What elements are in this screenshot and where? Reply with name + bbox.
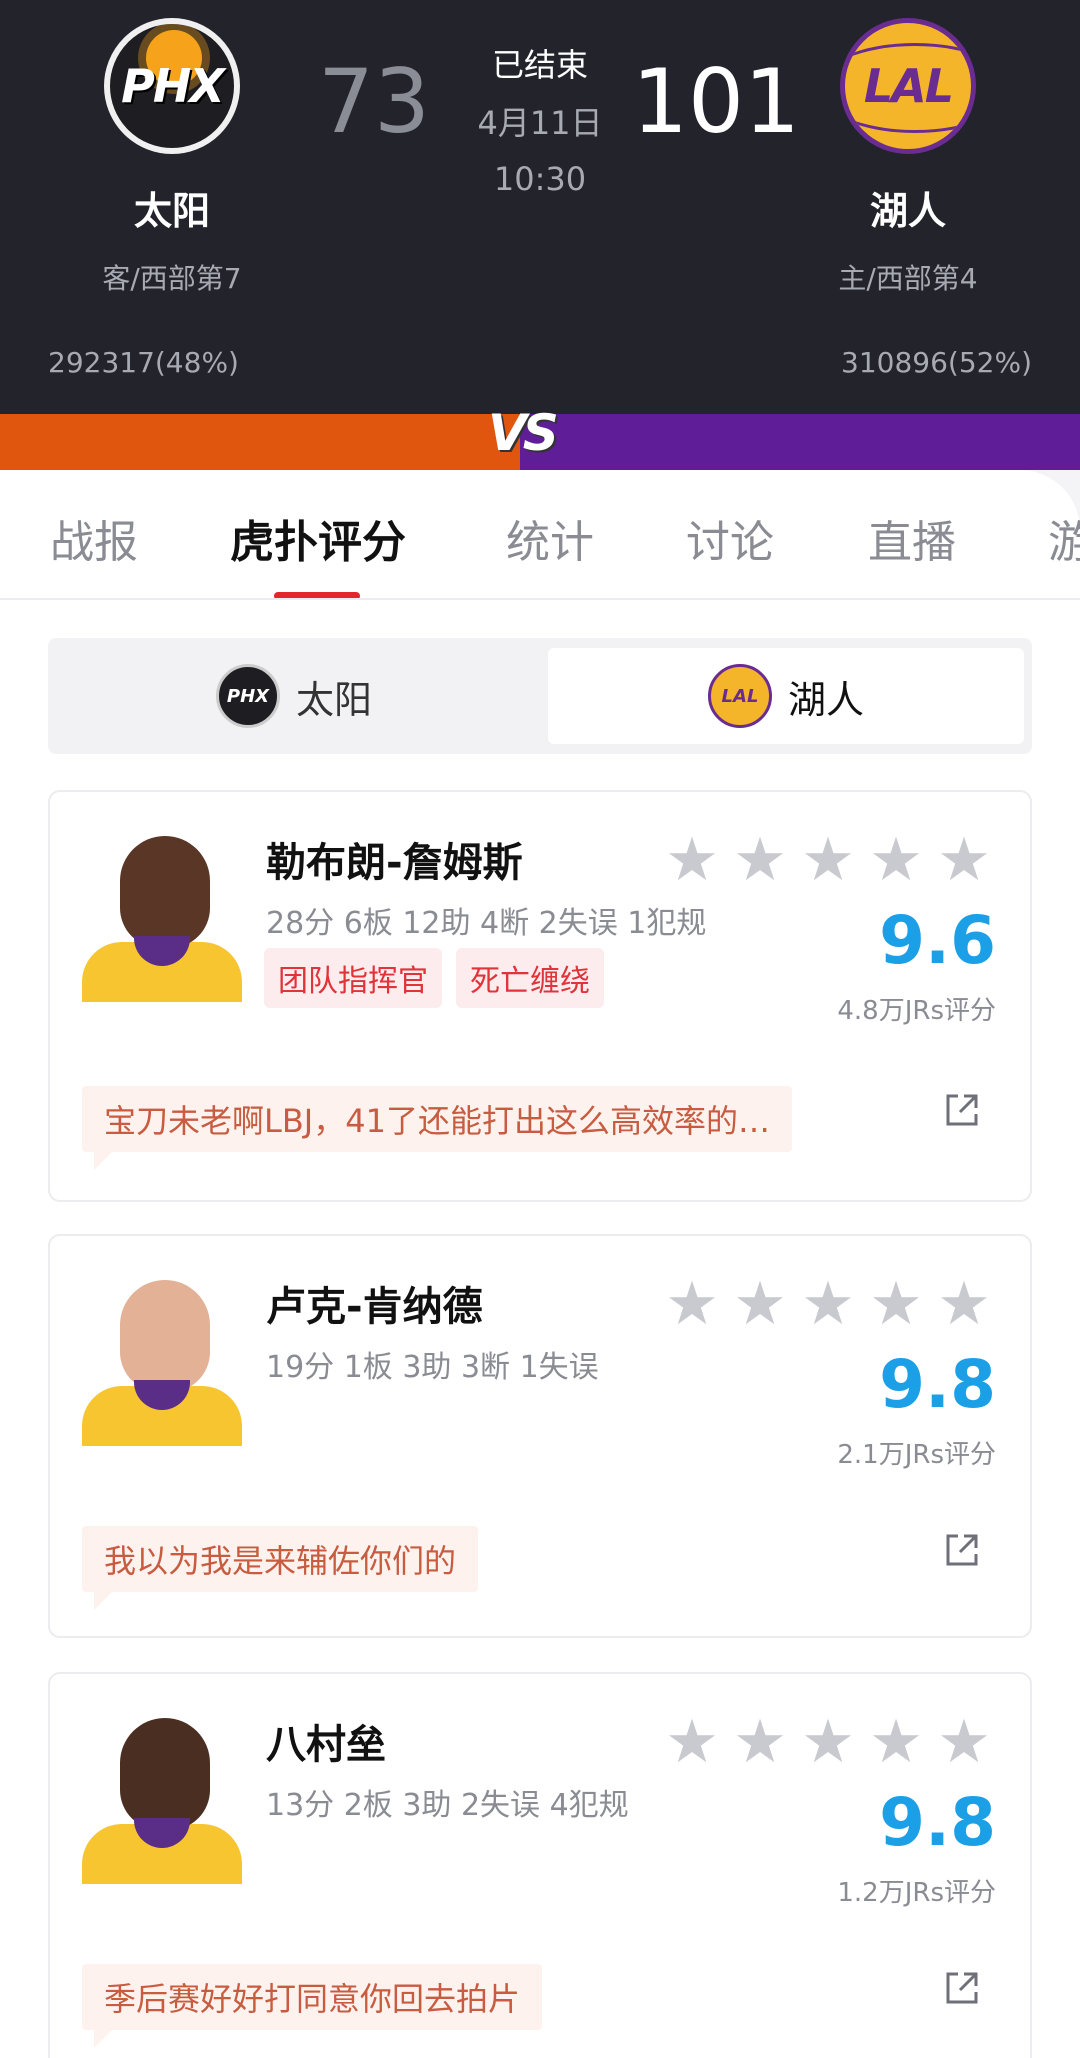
home-support-votes: 310896(52%) (841, 346, 1032, 379)
tab-stats[interactable]: 统计 (506, 506, 594, 570)
player-avatar (82, 1714, 242, 1884)
star-icon[interactable]: ★ (936, 1712, 992, 1772)
tab-live[interactable]: 直播 (868, 506, 956, 570)
top-comment[interactable]: 季后赛好好打同意你回去拍片 (82, 1964, 543, 2048)
home-score: 101 (632, 50, 800, 153)
rating-stars[interactable]: ★ ★ ★ ★ ★ (664, 1274, 992, 1334)
away-team-rank: 客/西部第7 (102, 262, 242, 295)
active-tab-indicator (274, 592, 360, 598)
player-name: 八村垒 (266, 1722, 386, 1768)
player-name: 卢克-肯纳德 (266, 1284, 483, 1330)
star-icon[interactable]: ★ (868, 830, 924, 890)
tab-hupu-rating[interactable]: 虎扑评分 (230, 506, 406, 570)
player-rating: 9.8 (879, 1784, 996, 1861)
player-stats: 13分 2板 3助 2失误 4犯规 (266, 1788, 629, 1823)
home-team-name: 湖人 (869, 189, 946, 233)
tab-discussion[interactable]: 讨论 (686, 506, 774, 570)
lakers-logo-icon: LAL (840, 18, 976, 154)
home-team[interactable]: LAL 湖人 主/西部第4 (778, 18, 1038, 297)
team-switch-lakers[interactable]: LAL 湖人 (548, 648, 1024, 744)
star-icon[interactable]: ★ (732, 1712, 788, 1772)
share-icon[interactable] (942, 1090, 982, 1130)
star-icon[interactable]: ★ (732, 830, 788, 890)
vs-label: VS (488, 404, 559, 462)
player-rating: 9.6 (879, 902, 996, 979)
team-switch-suns[interactable]: PHX 太阳 (56, 648, 532, 744)
suns-logo-icon: PHX (215, 664, 280, 728)
tab-bar: 战报 虎扑评分 统计 讨论 直播 游 (0, 470, 1080, 600)
away-support-bar (0, 414, 520, 470)
tab-game[interactable]: 游 (1048, 506, 1080, 570)
share-icon[interactable] (942, 1530, 982, 1570)
star-icon[interactable]: ★ (800, 1712, 856, 1772)
game-header: PHX 太阳 客/西部第7 73 已结束 4月11日 10:30 101 LAL… (0, 0, 1080, 414)
star-icon[interactable]: ★ (936, 830, 992, 890)
player-card[interactable]: 八村垒 13分 2板 3助 2失误 4犯规 ★ ★ ★ ★ ★ 9.8 1.2万… (48, 1672, 1032, 2058)
player-stats: 19分 1板 3助 3断 1失误 (266, 1350, 599, 1385)
share-icon[interactable] (942, 1968, 982, 2008)
player-avatar (82, 1276, 242, 1446)
player-stats: 28分 6板 12助 4断 2失误 1犯规 (266, 906, 707, 941)
away-team[interactable]: PHX 太阳 客/西部第7 (42, 18, 302, 297)
player-tag[interactable]: 团队指挥官 (264, 948, 442, 1008)
rating-stars[interactable]: ★ ★ ★ ★ ★ (664, 1712, 992, 1772)
rating-count: 2.1万JRs评分 (837, 1440, 996, 1470)
rating-count: 4.8万JRs评分 (837, 996, 996, 1026)
tab-report[interactable]: 战报 (50, 506, 138, 570)
home-support-bar (520, 414, 1080, 470)
away-score: 73 (318, 50, 430, 153)
suns-logo-icon: PHX (104, 18, 240, 154)
player-name: 勒布朗-詹姆斯 (266, 840, 523, 886)
rating-count: 1.2万JRs评分 (837, 1878, 996, 1908)
team-switch: PHX 太阳 LAL 湖人 (48, 638, 1032, 754)
star-icon[interactable]: ★ (664, 1274, 720, 1334)
player-card[interactable]: 卢克-肯纳德 19分 1板 3助 3断 1失误 ★ ★ ★ ★ ★ 9.8 2.… (48, 1234, 1032, 1638)
star-icon[interactable]: ★ (732, 1274, 788, 1334)
lakers-logo-icon: LAL (707, 664, 772, 728)
away-support-votes: 292317(48%) (48, 346, 239, 379)
player-tags: 团队指挥官 死亡缠绕 (264, 948, 604, 1008)
game-status: 已结束 (491, 46, 588, 84)
star-icon[interactable]: ★ (664, 1712, 720, 1772)
player-avatar (82, 832, 242, 1002)
star-icon[interactable]: ★ (800, 830, 856, 890)
content-panel: 战报 虎扑评分 统计 讨论 直播 游 PHX 太阳 LAL 湖人 勒布朗-詹姆斯… (0, 470, 1080, 2058)
rating-stars[interactable]: ★ ★ ★ ★ ★ (664, 830, 992, 890)
player-rating: 9.8 (879, 1346, 996, 1423)
star-icon[interactable]: ★ (936, 1274, 992, 1334)
game-date: 4月11日 (477, 104, 603, 142)
player-card[interactable]: 勒布朗-詹姆斯 28分 6板 12助 4断 2失误 1犯规 团队指挥官 死亡缠绕… (48, 790, 1032, 1202)
star-icon[interactable]: ★ (664, 830, 720, 890)
star-icon[interactable]: ★ (868, 1274, 924, 1334)
away-team-name: 太阳 (133, 189, 210, 233)
top-comment[interactable]: 我以为我是来辅佐你们的 (82, 1526, 479, 1610)
home-team-rank: 主/西部第4 (838, 262, 978, 295)
top-comment[interactable]: 宝刀未老啊LBJ，41了还能打出这么高效率的… (82, 1086, 792, 1170)
star-icon[interactable]: ★ (800, 1274, 856, 1334)
player-tag[interactable]: 死亡缠绕 (456, 948, 604, 1008)
star-icon[interactable]: ★ (868, 1712, 924, 1772)
game-time: 10:30 (493, 160, 587, 198)
